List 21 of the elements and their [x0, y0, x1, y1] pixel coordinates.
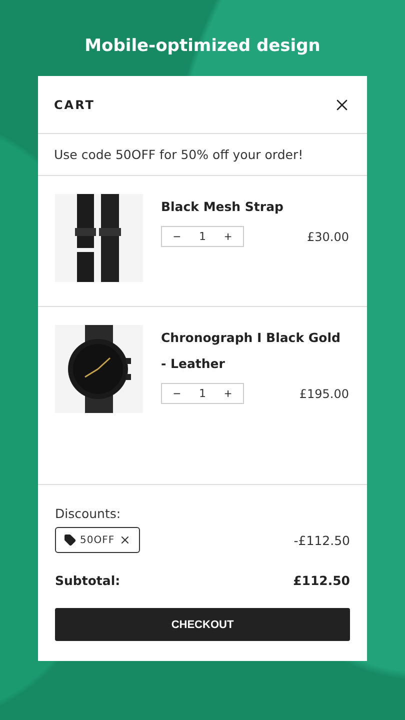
discounts-label: Discounts: [55, 506, 122, 521]
product-name: Chronograph I Black Gold - Leather [161, 329, 342, 373]
decrease-button[interactable]: − [169, 229, 185, 244]
subtotal-label: Subtotal: [55, 573, 120, 588]
subtotal-value: £112.50 [293, 573, 350, 588]
increase-button[interactable]: + [220, 386, 236, 401]
discount-amount: -£112.50 [294, 532, 350, 548]
cart-title: CART [54, 98, 95, 112]
promo-banner: Use code 50OFF for 50% off your order! [38, 134, 367, 176]
product-price: £30.00 [307, 230, 349, 244]
remove-button[interactable] [118, 534, 131, 546]
tag-icon [64, 534, 76, 546]
quantity-value: 1 [198, 387, 206, 400]
headline: Mobile-optimized design [84, 36, 320, 56]
increase-button[interactable]: + [220, 229, 236, 244]
decrease-button[interactable]: − [169, 386, 185, 401]
checkout-button[interactable]: CHECKOUT [55, 608, 350, 641]
product-name: Black Mesh Strap [161, 198, 284, 216]
discount-code: 50OFF [80, 534, 115, 546]
product-price: £195.00 [299, 386, 349, 400]
quantity-value: 1 [198, 230, 206, 243]
